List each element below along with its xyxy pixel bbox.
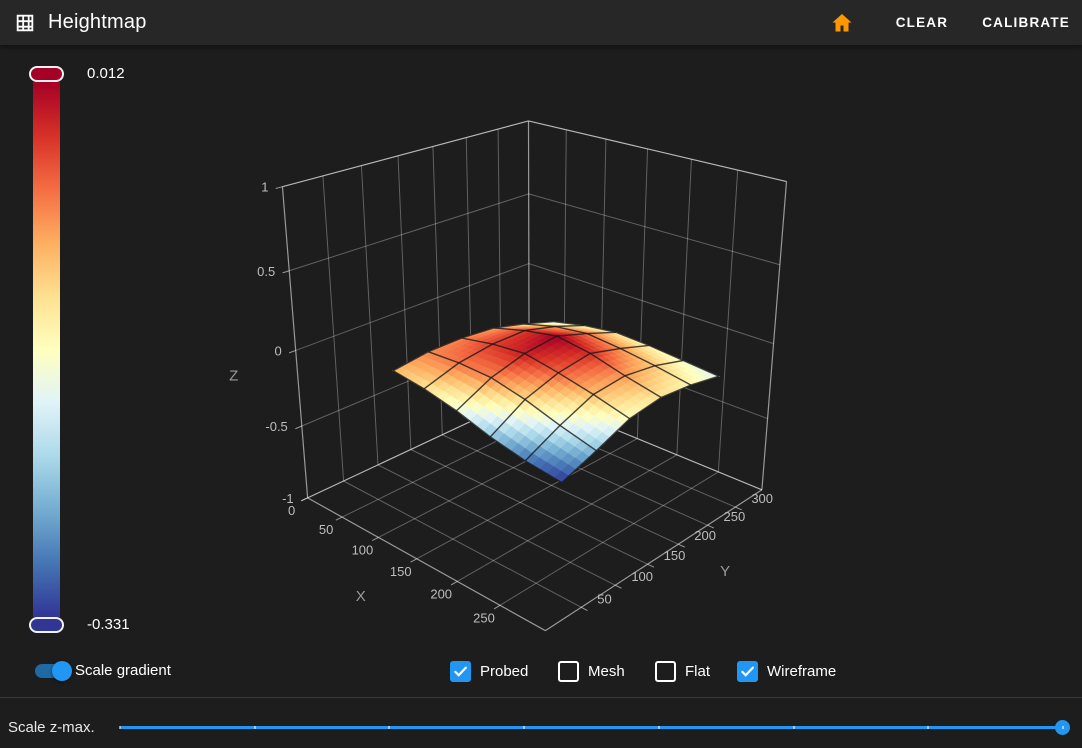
checkbox-checked-icon[interactable] <box>737 661 758 682</box>
checkbox-label: Mesh <box>588 663 625 680</box>
toggle-thumb <box>52 661 72 681</box>
slider-tick <box>927 726 929 729</box>
slider-tick <box>658 726 660 729</box>
checkbox-label: Flat <box>685 663 710 680</box>
svg-text:150: 150 <box>664 548 686 563</box>
svg-text:-1: -1 <box>282 491 294 506</box>
svg-text:100: 100 <box>352 542 374 557</box>
svg-text:Z: Z <box>229 367 238 384</box>
zmax-slider[interactable] <box>120 716 1063 738</box>
svg-text:50: 50 <box>319 522 333 537</box>
clear-button[interactable]: CLEAR <box>886 7 959 38</box>
svg-text:0.5: 0.5 <box>257 264 275 279</box>
slider-tick <box>523 726 525 729</box>
zmax-slider-label: Scale z-max. <box>8 719 95 736</box>
gradient-max-handle[interactable] <box>29 66 64 82</box>
zmax-slider-track[interactable] <box>120 726 1063 729</box>
svg-text:1: 1 <box>261 180 268 195</box>
gradient-min-handle[interactable] <box>29 617 64 633</box>
heightmap-3d-chart[interactable]: 0501001502002505010015020025030010.50-0.… <box>0 0 1082 748</box>
slider-tick <box>119 726 121 729</box>
svg-text:200: 200 <box>694 528 716 543</box>
footer-divider <box>0 697 1082 698</box>
calibrate-button[interactable]: CALIBRATE <box>972 7 1080 38</box>
home-icon[interactable] <box>830 11 854 35</box>
app-header: Heightmap CLEAR CALIBRATE <box>0 0 1082 45</box>
heightmap-screen: 0501001502002505010015020025030010.50-0.… <box>0 0 1082 748</box>
checkbox-flat[interactable]: Flat <box>655 661 710 682</box>
slider-tick <box>254 726 256 729</box>
svg-text:-0.5: -0.5 <box>265 419 287 434</box>
checkbox-probed[interactable]: Probed <box>450 661 528 682</box>
svg-text:X: X <box>356 588 366 605</box>
gradient-max-label: 0.012 <box>87 66 125 82</box>
checkbox-unchecked-icon[interactable] <box>558 661 579 682</box>
checkbox-unchecked-icon[interactable] <box>655 661 676 682</box>
svg-text:200: 200 <box>430 586 452 601</box>
gradient-scale-bar <box>33 82 60 617</box>
svg-text:300: 300 <box>751 491 773 506</box>
svg-text:150: 150 <box>390 564 412 579</box>
slider-tick <box>1062 726 1064 729</box>
scale-gradient-label: Scale gradient <box>75 662 171 679</box>
scale-gradient-toggle[interactable] <box>35 664 69 678</box>
slider-tick <box>793 726 795 729</box>
svg-text:100: 100 <box>631 569 653 584</box>
slider-tick <box>388 726 390 729</box>
checkbox-mesh[interactable]: Mesh <box>558 661 625 682</box>
checkbox-wireframe[interactable]: Wireframe <box>737 661 836 682</box>
svg-text:250: 250 <box>473 610 495 625</box>
checkbox-label: Probed <box>480 663 528 680</box>
checkbox-label: Wireframe <box>767 663 836 680</box>
gradient-min-label: -0.331 <box>87 617 130 633</box>
svg-text:50: 50 <box>597 591 611 606</box>
checkbox-checked-icon[interactable] <box>450 661 471 682</box>
svg-text:250: 250 <box>724 509 746 524</box>
page-title: Heightmap <box>48 11 147 34</box>
svg-text:0: 0 <box>274 343 281 358</box>
grid-icon <box>14 12 36 34</box>
svg-text:Y: Y <box>720 563 730 580</box>
